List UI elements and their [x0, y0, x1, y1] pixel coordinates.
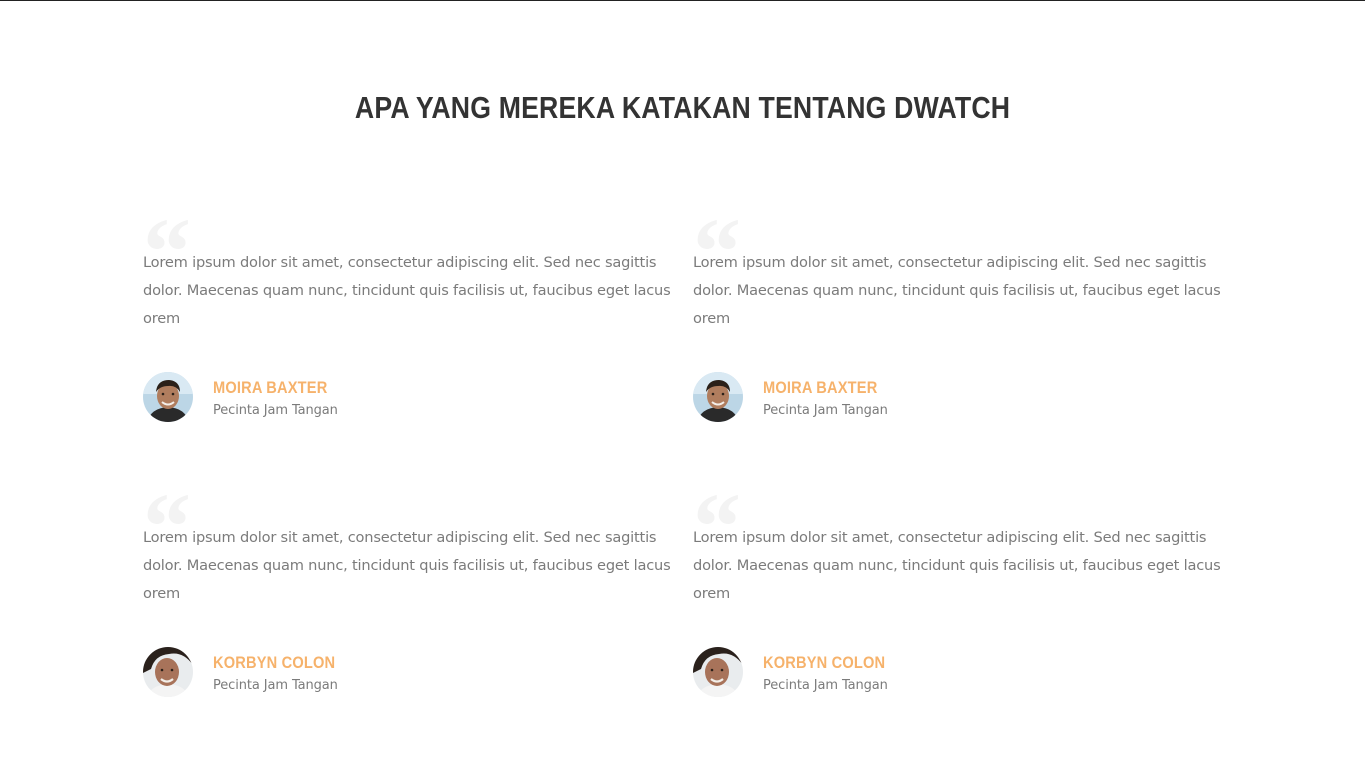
- testimonial-card: “ Lorem ipsum dolor sit amet, consectetu…: [143, 479, 673, 735]
- author-role: Pecinta Jam Tangan: [763, 678, 888, 693]
- testimonial-card: “ Lorem ipsum dolor sit amet, consectetu…: [693, 479, 1223, 735]
- testimonial-text: Lorem ipsum dolor sit amet, consectetur …: [693, 254, 1221, 327]
- top-divider: [0, 0, 1365, 1]
- author-role: Pecinta Jam Tangan: [213, 678, 338, 693]
- testimonial-text: Lorem ipsum dolor sit amet, consectetur …: [143, 254, 671, 327]
- author-name: KORBYN COLON: [213, 653, 336, 672]
- testimonial-text: Lorem ipsum dolor sit amet, consectetur …: [143, 529, 671, 602]
- testimonial-author: KORBYN COLON Pecinta Jam Tangan: [693, 647, 1093, 697]
- testimonial-card: “ Lorem ipsum dolor sit amet, consectetu…: [143, 204, 673, 460]
- avatar: [693, 647, 743, 697]
- testimonial-card: “ Lorem ipsum dolor sit amet, consectetu…: [693, 204, 1223, 460]
- testimonial-text: Lorem ipsum dolor sit amet, consectetur …: [693, 529, 1221, 602]
- author-name: KORBYN COLON: [763, 653, 886, 672]
- testimonial-author: KORBYN COLON Pecinta Jam Tangan: [143, 647, 543, 697]
- author-name: MOIRA BAXTER: [763, 378, 878, 397]
- testimonial-author: MOIRA BAXTER Pecinta Jam Tangan: [693, 372, 1093, 422]
- author-role: Pecinta Jam Tangan: [763, 403, 888, 418]
- section-title: APA YANG MEREKA KATAKAN TENTANG DWATCH: [354, 90, 1011, 125]
- avatar: [693, 372, 743, 422]
- author-role: Pecinta Jam Tangan: [213, 403, 338, 418]
- avatar: [143, 647, 193, 697]
- avatar: [143, 372, 193, 422]
- testimonial-author: MOIRA BAXTER Pecinta Jam Tangan: [143, 372, 543, 422]
- author-name: MOIRA BAXTER: [213, 378, 328, 397]
